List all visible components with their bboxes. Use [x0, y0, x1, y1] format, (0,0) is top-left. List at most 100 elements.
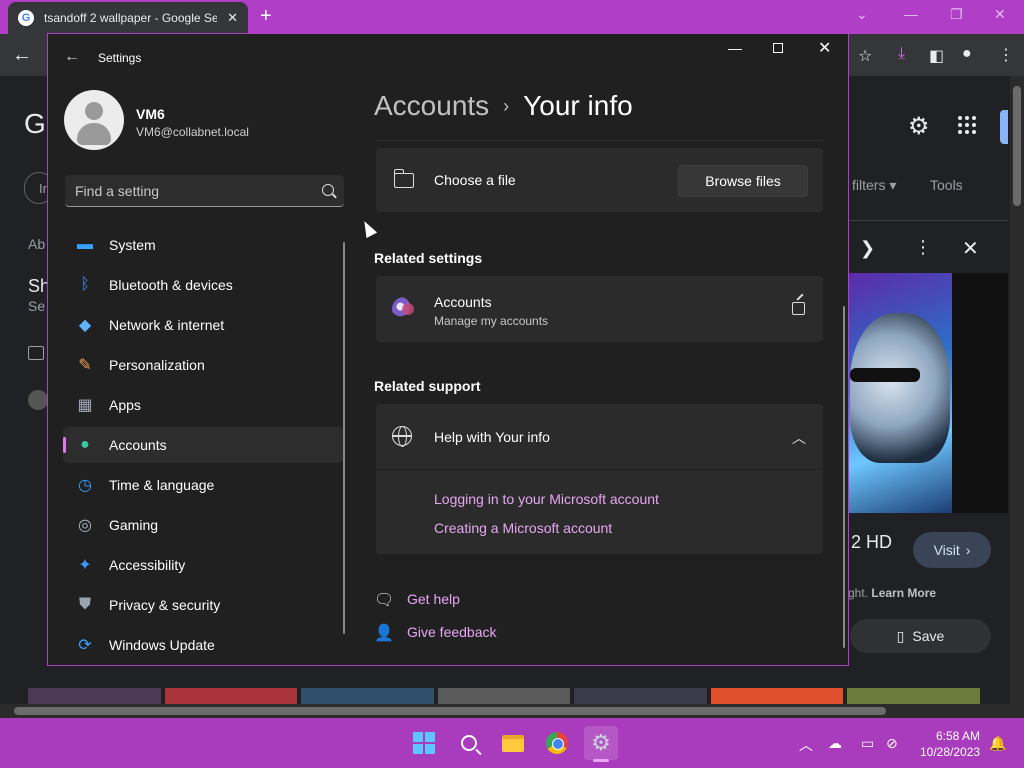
page-title: Your info	[523, 90, 633, 121]
wallpaper-preview-image[interactable]	[848, 273, 952, 513]
close-window-icon[interactable]: ✕	[818, 38, 831, 58]
chevron-right-icon[interactable]: ❯	[860, 238, 875, 259]
thumbnail[interactable]	[301, 688, 434, 704]
content-divider	[376, 140, 823, 141]
filters-menu[interactable]: filters ▾	[852, 177, 896, 194]
browse-files-button[interactable]: Browse files	[678, 165, 808, 197]
side-panel-icon[interactable]: ◧	[929, 46, 944, 66]
accounts-related-link[interactable]: Accounts Manage my accounts	[376, 276, 823, 342]
browser-tab[interactable]: G tsandoff 2 wallpaper - Google Se ✕	[8, 2, 248, 34]
content-scrollbar[interactable]	[843, 306, 845, 648]
settings-taskbar-button[interactable]: ⚙	[584, 726, 618, 760]
feedback-icon: 👤	[374, 625, 394, 642]
browser-minimize-icon[interactable]: —	[904, 6, 918, 22]
sidebar-item-apps[interactable]: ▦ Apps	[63, 387, 343, 423]
get-help-link[interactable]: Get help	[407, 591, 460, 607]
sidebar-item-bluetooth-devices[interactable]: ᛒ Bluetooth & devices	[63, 267, 343, 303]
google-account-avatar[interactable]	[1000, 110, 1008, 144]
settings-search-box[interactable]	[65, 175, 344, 207]
chrome-icon	[546, 732, 568, 754]
result-title[interactable]: 2 HD	[851, 532, 892, 553]
sidebar-item-label: Personalization	[109, 357, 205, 373]
brush-icon: ✎	[78, 357, 92, 374]
start-button[interactable]	[407, 726, 441, 760]
sidebar-item-label: Time & language	[109, 477, 215, 493]
volume-muted-icon[interactable]: ⊘	[886, 735, 898, 752]
show-hidden-icons-chevron-icon[interactable]: ︿	[799, 735, 813, 755]
display-icon[interactable]: ▭	[861, 735, 874, 752]
avatar-head	[85, 102, 103, 120]
nav-scrollbar[interactable]	[343, 242, 345, 634]
horizontal-scroll-thumb[interactable]	[14, 707, 886, 715]
profile-icon[interactable]: ●	[962, 45, 972, 63]
chrome-taskbar-button[interactable]	[540, 726, 574, 760]
sidebar-item-label: Windows Update	[109, 637, 215, 653]
sidebar-item-time-language[interactable]: ◷ Time & language	[63, 467, 343, 503]
user-avatar[interactable]	[64, 90, 124, 150]
vertical-scroll-thumb[interactable]	[1013, 86, 1021, 206]
wifi-icon: ◆	[78, 317, 92, 334]
choose-file-label: Choose a file	[434, 172, 516, 188]
sidebar-item-label: Bluetooth & devices	[109, 277, 233, 293]
sidebar-item-label: Gaming	[109, 517, 159, 533]
active-app-indicator	[593, 759, 609, 762]
browser-restore-icon[interactable]: ❐	[950, 6, 963, 23]
save-button[interactable]: ▯ Save	[850, 619, 991, 653]
file-explorer-button[interactable]	[496, 726, 530, 760]
new-tab-icon[interactable]: +	[260, 5, 272, 28]
google-settings-gear-icon[interactable]: ⚙	[908, 112, 930, 141]
sidebar-item-label: Privacy & security	[109, 597, 221, 613]
network-icon[interactable]: ☁	[828, 735, 842, 752]
clock-date[interactable]: 10/28/2023	[920, 745, 980, 759]
sidebar-item-windows-update[interactable]: ⟳ Windows Update	[63, 627, 343, 663]
bluetooth-icon: ᛒ	[80, 276, 90, 293]
accounts-link-title: Accounts	[434, 294, 492, 310]
browser-back-icon[interactable]: ←	[12, 44, 32, 67]
visit-button[interactable]: Visit ›	[913, 532, 991, 568]
search-input[interactable]	[75, 182, 322, 199]
tools-menu[interactable]: Tools	[930, 177, 963, 193]
app-title: Settings	[98, 51, 142, 65]
give-feedback-link[interactable]: Give feedback	[407, 624, 497, 640]
tab-close-icon[interactable]: ✕	[227, 10, 238, 26]
thumbnail[interactable]	[437, 688, 571, 704]
sidebar-item-accounts[interactable]: ● Accounts	[63, 427, 343, 463]
sidebar-item-network-internet[interactable]: ◆ Network & internet	[63, 307, 343, 343]
maximize-icon[interactable]	[773, 43, 783, 53]
back-arrow-icon[interactable]: ←	[64, 48, 80, 66]
help-expander-header[interactable]: Help with Your info ︿	[376, 404, 823, 470]
more-options-icon[interactable]: ⋮	[914, 237, 932, 258]
thumbnail[interactable]	[847, 688, 981, 704]
sidebar-item-personalization[interactable]: ✎ Personalization	[63, 347, 343, 383]
learn-more-link[interactable]: Learn More	[871, 586, 936, 600]
google-apps-icon[interactable]	[958, 116, 976, 134]
sidebar-item-gaming[interactable]: ◎ Gaming	[63, 507, 343, 543]
browser-close-icon[interactable]: ✕	[994, 6, 1006, 23]
update-icon: ⟳	[78, 637, 92, 654]
thumbnail[interactable]	[164, 688, 298, 704]
bookmark-star-icon[interactable]: ☆	[858, 46, 872, 66]
tab-search-chevron-icon[interactable]: ⌄	[856, 6, 868, 23]
sidebar-item-accessibility[interactable]: ✦ Accessibility	[63, 547, 343, 583]
taskbar-search-button[interactable]	[452, 726, 486, 760]
clock-time[interactable]: 6:58 AM	[936, 729, 980, 743]
help-link-logging-in[interactable]: Logging in to your Microsoft account	[434, 491, 659, 507]
thumbnail[interactable]	[28, 688, 161, 704]
sidebar-item-system[interactable]: ▬ System	[63, 227, 343, 263]
browser-menu-icon[interactable]: ⋮	[998, 45, 1014, 65]
notifications-bell-icon[interactable]: 🔔	[989, 735, 1006, 752]
sidebar-item-label: Accounts	[109, 437, 167, 453]
sidebar-item-privacy-security[interactable]: ⛊ Privacy & security	[63, 587, 343, 623]
help-link-create-account[interactable]: Creating a Microsoft account	[434, 520, 612, 536]
download-icon[interactable]: ⤓	[898, 45, 905, 63]
minimize-icon[interactable]: —	[728, 40, 742, 56]
preview-figure	[850, 313, 950, 463]
breadcrumb-accounts[interactable]: Accounts	[374, 90, 489, 122]
search-icon[interactable]	[322, 183, 334, 196]
close-icon[interactable]: ✕	[962, 236, 979, 261]
preview-background	[952, 273, 1008, 513]
thumbnail[interactable]	[574, 688, 707, 704]
sidebar-item-label: Apps	[109, 397, 141, 413]
thumbnail[interactable]	[710, 688, 844, 704]
chevron-up-icon[interactable]: ︿	[792, 428, 806, 448]
